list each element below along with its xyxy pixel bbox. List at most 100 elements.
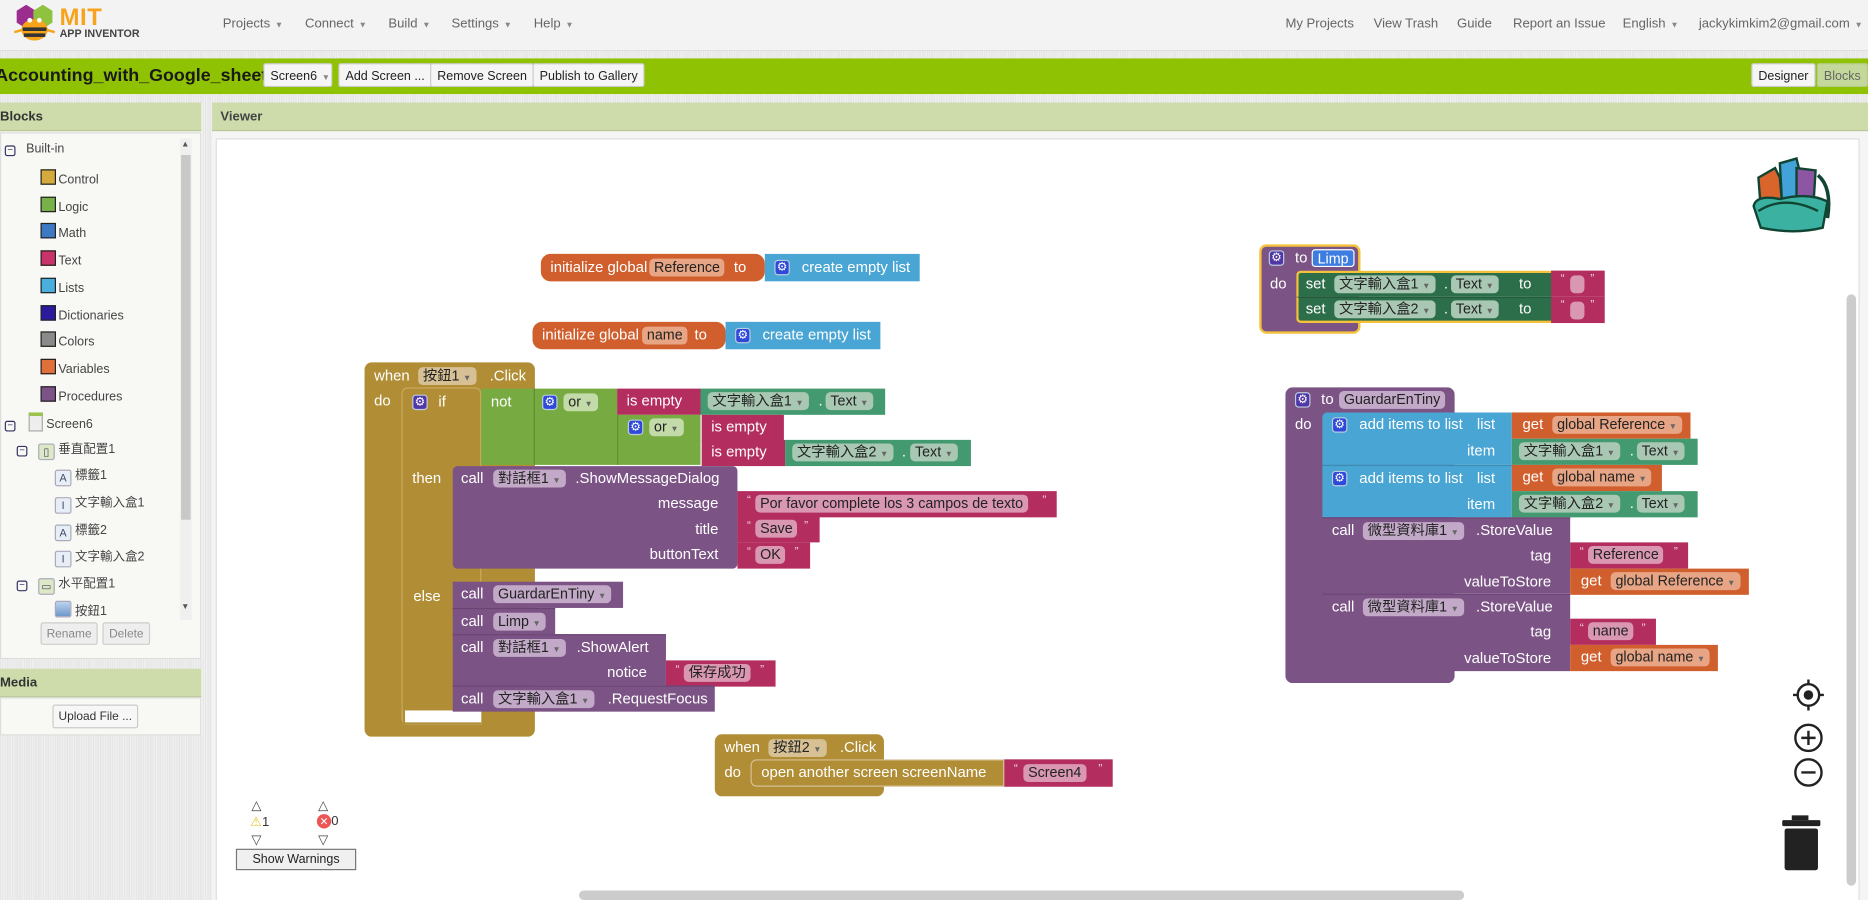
menu-build[interactable]: Build ▼: [388, 17, 430, 31]
zoom-in-icon[interactable]: [1793, 722, 1824, 753]
component-dropdown[interactable]: 按鈕1 ▼: [418, 367, 477, 386]
publish-gallery-button[interactable]: Publish to Gallery: [532, 63, 645, 88]
mutator-gear-icon[interactable]: ⚙: [1294, 392, 1311, 408]
block-textbox2-text-getter[interactable]: 文字輸入盒2 ▼ . Text ▼: [1511, 491, 1698, 518]
warning-next-icon[interactable]: ▽: [251, 832, 261, 847]
block-add-items-to-list-reference[interactable]: ⚙ add items to list list item: [1322, 412, 1512, 465]
block-text-empty[interactable]: “ ”: [1551, 270, 1605, 297]
or-dropdown[interactable]: or ▼: [563, 393, 598, 412]
mutator-gear-icon[interactable]: ⚙: [412, 394, 428, 411]
component-dropdown[interactable]: 對話框1 ▼: [493, 638, 566, 657]
component-dropdown[interactable]: 文字輸入盒2 ▼: [1334, 300, 1436, 319]
link-view-trash[interactable]: View Trash: [1374, 17, 1439, 31]
collapse-icon[interactable]: −: [4, 145, 16, 157]
collapse-icon[interactable]: −: [16, 445, 28, 457]
error-prev-icon[interactable]: △: [318, 797, 328, 813]
block-text-message[interactable]: “ Por favor complete los 3 campos de tex…: [737, 491, 1057, 518]
block-not[interactable]: not: [481, 388, 534, 465]
text-field[interactable]: Screen4: [1023, 764, 1087, 782]
tree-screen6[interactable]: − Screen6: [4, 412, 93, 432]
screen-select[interactable]: Screen6 ▼: [263, 63, 333, 88]
block-call-storevalue-reference[interactable]: call 微型資料庫1 ▼ .StoreValue tag valueToStor…: [1322, 517, 1571, 594]
text-field[interactable]: 保存成功: [683, 663, 751, 682]
menu-settings[interactable]: Settings ▼: [452, 17, 512, 31]
text-field-empty[interactable]: [1570, 275, 1585, 294]
block-call-limp[interactable]: call Limp ▼: [452, 607, 556, 635]
builtin-variables[interactable]: Variables: [40, 358, 110, 377]
procedure-name-field[interactable]: GuardarEnTiny: [1339, 390, 1446, 409]
block-textbox2-text-getter[interactable]: 文字輸入盒2 ▼ . Text ▼: [785, 439, 971, 467]
variable-name-field[interactable]: Reference: [649, 258, 725, 277]
component-dropdown[interactable]: 文字輸入盒2 ▼: [792, 443, 894, 462]
block-text-empty[interactable]: “ ”: [1551, 296, 1605, 324]
property-dropdown[interactable]: Text ▼: [1636, 494, 1685, 513]
block-or-outer[interactable]: ⚙ or ▼: [533, 388, 618, 465]
add-screen-button[interactable]: Add Screen ...: [338, 63, 432, 88]
backpack-icon[interactable]: [1749, 151, 1840, 240]
block-is-empty[interactable]: is empty: [617, 388, 701, 415]
block-text-title[interactable]: “ Save ”: [737, 516, 820, 543]
text-field[interactable]: Save: [755, 519, 798, 538]
show-warnings-button[interactable]: Show Warnings: [235, 848, 357, 871]
collapse-icon[interactable]: −: [16, 580, 28, 592]
block-textbox1-text-getter[interactable]: 文字輸入盒1 ▼ . Text ▼: [700, 388, 886, 415]
language-menu[interactable]: English ▼: [1623, 17, 1679, 31]
block-text-notice[interactable]: “ 保存成功 ”: [665, 660, 776, 687]
component-dropdown[interactable]: 文字輸入盒1 ▼: [707, 392, 809, 411]
text-field[interactable]: name: [1588, 622, 1634, 641]
component-dropdown[interactable]: 按鈕2 ▼: [768, 739, 827, 757]
mutator-gear-icon[interactable]: ⚙: [1268, 250, 1285, 266]
builtin-procedures[interactable]: Procedures: [40, 385, 122, 404]
procedure-name-field[interactable]: Limp: [1311, 249, 1355, 268]
procedure-dropdown[interactable]: Limp ▼: [493, 612, 546, 631]
block-init-global-reference[interactable]: initialize global Reference to: [540, 253, 765, 282]
mutator-gear-icon[interactable]: ⚙: [627, 419, 644, 436]
variable-dropdown[interactable]: global Reference ▼: [1552, 416, 1682, 434]
block-call-storevalue-name[interactable]: call 微型資料庫1 ▼ .StoreValue tag valueToStor…: [1322, 593, 1571, 672]
property-dropdown[interactable]: Text ▼: [825, 392, 874, 411]
block-get-global-name[interactable]: get global name ▼: [1511, 464, 1662, 492]
scroll-up-icon[interactable]: ▲: [181, 141, 189, 149]
trash-icon[interactable]: [1780, 813, 1823, 873]
block-text-tag-name[interactable]: “ name ”: [1570, 618, 1656, 645]
or-dropdown[interactable]: or ▼: [649, 418, 684, 437]
mutator-gear-icon[interactable]: ⚙: [735, 327, 751, 344]
builtin-logic[interactable]: Logic: [40, 196, 88, 214]
mutator-gear-icon[interactable]: ⚙: [542, 394, 558, 411]
component-dropdown[interactable]: 對話框1 ▼: [493, 469, 566, 488]
variable-dropdown[interactable]: global name ▼: [1552, 468, 1652, 487]
block-set-textbox1-text[interactable]: set 文字輸入盒1 ▼ . Text ▼ to: [1296, 270, 1553, 297]
builtin-control[interactable]: Control: [40, 169, 99, 187]
block-set-textbox2-text[interactable]: set 文字輸入盒2 ▼ . Text ▼ to: [1296, 296, 1553, 324]
rename-button[interactable]: Rename: [40, 622, 98, 645]
tree-component[interactable]: − ▭ 水平配置1: [16, 575, 115, 595]
property-dropdown[interactable]: Text ▼: [1451, 300, 1499, 319]
builtin-math[interactable]: Math: [40, 223, 86, 241]
tree-component[interactable]: − ▯ 垂直配置1: [16, 440, 115, 461]
scrollbar-thumb[interactable]: [181, 154, 191, 520]
builtin-dictionaries[interactable]: Dictionaries: [40, 304, 124, 322]
horizontal-scrollbar[interactable]: [578, 890, 1465, 900]
mutator-gear-icon[interactable]: ⚙: [774, 259, 790, 276]
menu-connect[interactable]: Connect ▼: [305, 17, 367, 31]
account-menu[interactable]: jackykimkim2@gmail.com ▼: [1699, 17, 1863, 31]
block-add-items-to-list-name[interactable]: ⚙ add items to list list item: [1322, 464, 1512, 518]
component-dropdown[interactable]: 微型資料庫1 ▼: [1362, 598, 1464, 617]
block-or-inner[interactable]: ⚙ or ▼: [617, 414, 701, 465]
block-textbox1-text-getter[interactable]: 文字輸入盒1 ▼ . Text ▼: [1511, 438, 1698, 465]
block-call-request-focus[interactable]: call 文字輸入盒1 ▼ .RequestFocus: [452, 685, 715, 712]
zoom-out-icon[interactable]: [1793, 757, 1824, 788]
block-is-empty-empty-socket[interactable]: is empty: [701, 414, 784, 442]
text-field[interactable]: OK: [755, 545, 786, 564]
warning-prev-icon[interactable]: △: [251, 797, 261, 813]
block-text-tag-reference[interactable]: “ Reference ”: [1570, 542, 1689, 569]
property-dropdown[interactable]: Text ▼: [1636, 442, 1685, 461]
menu-help[interactable]: Help ▼: [534, 17, 574, 31]
block-get-global-reference[interactable]: get global Reference ▼: [1511, 412, 1691, 439]
component-dropdown[interactable]: 文字輸入盒2 ▼: [1518, 494, 1620, 513]
text-field[interactable]: Reference: [1588, 545, 1664, 564]
block-call-guardarentiny[interactable]: call GuardarEnTiny ▼: [452, 581, 624, 608]
builtin-lists[interactable]: Lists: [40, 277, 84, 295]
variable-name-field[interactable]: name: [642, 326, 688, 345]
link-my-projects[interactable]: My Projects: [1285, 17, 1353, 31]
